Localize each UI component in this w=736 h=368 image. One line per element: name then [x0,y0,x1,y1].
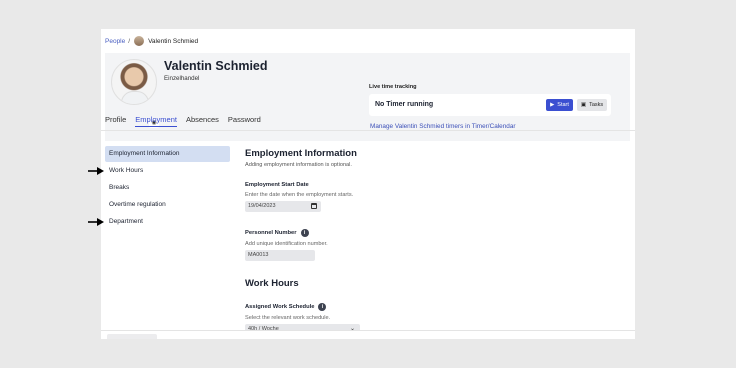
profile-department: Einzelhandel [164,75,200,82]
work-hours-title: Work Hours [245,278,299,289]
arrow-right-icon [88,218,104,226]
breadcrumb-avatar [134,36,145,46]
start-date-help: Enter the date when the employment start… [245,192,354,198]
profile-name: Valentin Schmied [164,59,268,73]
breadcrumb: People / Valentin Schmied [105,35,198,47]
breadcrumb-people-link[interactable]: People [105,38,125,45]
schedule-label: Assigned Work Schedule [245,304,315,310]
start-label: Start [557,102,569,108]
start-date-label: Employment Start Date [245,182,309,188]
bottom-bar [101,330,635,339]
personnel-number-label-row: Personnel Number i [245,229,545,237]
profile-tabs: Profile Employment Absences Password [105,115,261,127]
manage-timers-link[interactable]: Manage Valentin Schmied timers in Timer/… [370,123,516,130]
nav-item-breaks[interactable]: Breaks [105,180,230,196]
personnel-number-group: Personnel Number i Add unique identifica… [245,229,545,261]
schedule-label-row: Assigned Work Schedule i [245,303,545,311]
personnel-number-help: Add unique identification number. [245,241,328,247]
tasks-icon: ▣ [580,102,587,108]
section-nav: Employment Information Work Hours Breaks… [105,146,230,231]
tabs-divider [101,130,635,131]
profile-header: ◉ Valentin Schmied Einzelhandel Live tim… [105,53,630,141]
nav-item-department[interactable]: Department [105,214,230,230]
nav-item-work-hours[interactable]: Work Hours [105,163,230,179]
nav-item-overtime-regulation[interactable]: Overtime regulation [105,197,230,213]
schedule-help: Select the relevant work schedule. [245,315,331,321]
start-date-group: Employment Start Date Enter the date whe… [245,182,545,212]
employment-description: Adding employment information is optiona… [245,162,352,168]
bottom-action-button[interactable] [107,334,157,339]
employment-content: Employment Information Adding employment… [245,148,545,335]
breadcrumb-separator: / [128,37,131,45]
tab-employment[interactable]: Employment [135,115,177,127]
employment-title: Employment Information [245,148,357,159]
avatar-shirt [121,91,149,104]
start-date-value: 19/04/2023 [248,203,276,209]
time-tracking-panel: No Timer running ▶ Start ▣ Tasks [369,94,611,116]
personnel-number-label: Personnel Number [245,230,297,236]
app-window: People / Valentin Schmied ◉ Valentin Sch… [101,29,635,339]
personnel-number-value: MA0013 [248,252,269,258]
play-icon: ▶ [550,102,555,108]
time-tracking-label: Live time tracking [369,84,417,90]
tasks-button[interactable]: ▣ Tasks [577,99,607,111]
start-date-input[interactable]: 19/04/2023 [245,201,321,212]
personnel-number-input[interactable]: MA0013 [245,250,315,261]
breadcrumb-current: Valentin Schmied [148,37,199,45]
info-icon[interactable]: i [318,303,327,311]
avatar [111,59,157,105]
timer-status: No Timer running [375,101,434,108]
nav-item-employment-information[interactable]: Employment Information [105,146,230,162]
arrow-right-icon [88,167,104,175]
tab-profile[interactable]: Profile [105,115,126,127]
tab-password[interactable]: Password [228,115,261,127]
tab-absences[interactable]: Absences [186,115,219,127]
info-icon[interactable]: i [300,229,309,237]
start-timer-button[interactable]: ▶ Start [546,99,573,111]
tasks-label: Tasks [589,102,604,108]
calendar-icon[interactable] [311,203,317,209]
